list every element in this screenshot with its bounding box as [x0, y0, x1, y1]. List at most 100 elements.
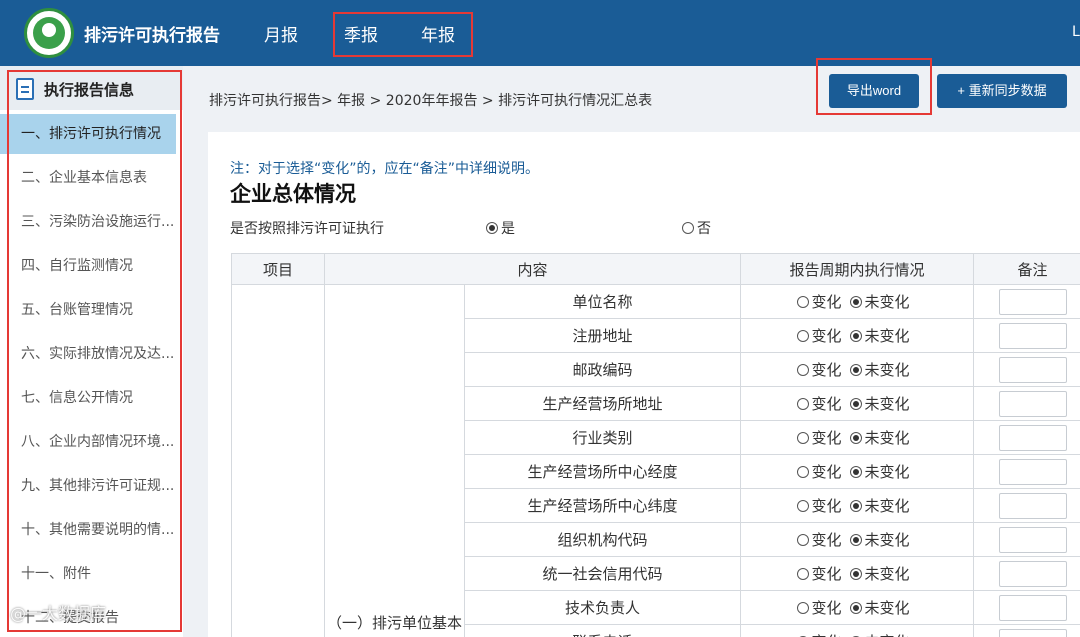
remark-input[interactable]	[998, 356, 1067, 383]
remark-input[interactable]	[998, 560, 1067, 587]
radio-selected-icon	[849, 500, 862, 512]
sidebar-item[interactable]: 八、企业内部情况环境...	[0, 422, 176, 462]
content-cell: 组织机构代码	[463, 522, 742, 557]
section-title: 企业总体情况	[230, 182, 356, 206]
sidebar-item[interactable]: 四、自行监测情况	[0, 246, 176, 286]
unchanged-radio[interactable]: 未变化	[849, 633, 910, 637]
content-cell: 生产经营场所中心纬度	[463, 488, 742, 523]
radio-empty-icon	[796, 432, 809, 444]
changed-radio[interactable]: 变化	[796, 565, 842, 583]
status-cell: 变化未变化	[740, 522, 975, 557]
summary-table: 项目 内容 报告周期内执行情况 备注 （一）排污单位基本信息单位名称变化未变化注…	[231, 253, 1080, 637]
sidebar-item[interactable]: 五、台账管理情况	[0, 290, 176, 330]
status-cell: 变化未变化	[740, 352, 975, 387]
remark-input[interactable]	[998, 322, 1067, 349]
sidebar-item[interactable]: 七、信息公开情况	[0, 378, 176, 418]
sidebar-item[interactable]: 一、排污许可执行情况	[0, 114, 176, 154]
changed-radio[interactable]: 变化	[796, 531, 842, 549]
sidebar-header: 执行报告信息	[0, 66, 183, 110]
nav-highlight-box	[333, 12, 473, 57]
remark-cell	[973, 318, 1080, 353]
remark-cell	[973, 624, 1080, 637]
unchanged-radio[interactable]: 未变化	[849, 497, 910, 515]
changed-radio[interactable]: 变化	[796, 361, 842, 379]
unchanged-radio[interactable]: 未变化	[849, 293, 910, 311]
breadcrumb: 排污许可执行报告> 年报 > 2020年年报告 > 排污许可执行情况汇总表	[209, 93, 653, 109]
status-cell: 变化未变化	[740, 284, 975, 319]
radio-empty-icon	[796, 398, 809, 410]
radio-empty-icon	[796, 568, 809, 580]
radio-selected-icon	[849, 568, 862, 580]
status-cell: 变化未变化	[740, 454, 975, 489]
radio-selected-icon	[849, 296, 862, 308]
remark-input[interactable]	[998, 492, 1067, 519]
unchanged-radio[interactable]: 未变化	[849, 463, 910, 481]
unchanged-radio[interactable]: 未变化	[849, 565, 910, 583]
remark-cell	[973, 352, 1080, 387]
remark-cell	[973, 284, 1080, 319]
permit-question: 是否按照排污许可证执行	[230, 221, 384, 237]
remark-input[interactable]	[998, 594, 1067, 621]
permit-no-radio[interactable]: 否	[682, 218, 711, 238]
remark-input[interactable]	[998, 628, 1067, 637]
radio-selected-icon	[849, 602, 862, 614]
mee-logo-icon	[24, 8, 74, 58]
sidebar-item[interactable]: 十一、附件	[0, 554, 176, 594]
status-cell: 变化未变化	[740, 420, 975, 455]
radio-selected-icon	[849, 432, 862, 444]
header-remark: 备注	[973, 253, 1080, 285]
sidebar-item[interactable]: 十、其他需要说明的情...	[0, 510, 176, 550]
sidebar: 执行报告信息 一、排污许可执行情况 二、企业基本信息表 三、污染防治设施运行... 四…	[0, 66, 183, 637]
unchanged-radio[interactable]: 未变化	[849, 429, 910, 447]
sidebar-item[interactable]: 三、污染防治设施运行...	[0, 202, 176, 242]
table-row: （一）排污单位基本信息单位名称变化未变化	[231, 284, 1080, 637]
header-item: 项目	[231, 253, 325, 285]
remark-input[interactable]	[998, 458, 1067, 485]
permit-yes-radio[interactable]: 是	[486, 218, 515, 238]
remark-input[interactable]	[998, 390, 1067, 417]
unchanged-radio[interactable]: 未变化	[849, 531, 910, 549]
nav-monthly[interactable]: 月报	[264, 21, 298, 46]
radio-empty-icon	[796, 602, 809, 614]
top-bar: 排污许可执行报告 月报 季报 年报 L	[0, 0, 1080, 66]
user-menu[interactable]: L	[1072, 24, 1080, 40]
changed-radio[interactable]: 变化	[796, 633, 842, 637]
change-note: 注：对于选择“变化”的，应在“备注”中详细说明。	[230, 161, 540, 177]
changed-radio[interactable]: 变化	[796, 599, 842, 617]
watermark: @一大数据库	[10, 604, 107, 623]
status-cell: 变化未变化	[740, 386, 975, 421]
content-cell: 邮政编码	[463, 352, 742, 387]
content-cell: 统一社会信用代码	[463, 556, 742, 591]
radio-selected-icon	[486, 222, 498, 234]
content-cell: 技术负责人	[463, 590, 742, 625]
table-header-row: 项目 内容 报告周期内执行情况 备注	[231, 253, 1080, 285]
export-highlight-box	[816, 58, 932, 115]
status-cell: 变化 未变化	[740, 624, 975, 637]
remark-input[interactable]	[998, 288, 1067, 315]
status-cell: 变化未变化	[740, 556, 975, 591]
unchanged-radio[interactable]: 未变化	[849, 395, 910, 413]
changed-radio[interactable]: 变化	[796, 429, 842, 447]
unchanged-radio[interactable]: 未变化	[849, 599, 910, 617]
status-cell: 变化未变化	[740, 488, 975, 523]
changed-radio[interactable]: 变化	[796, 327, 842, 345]
remark-input[interactable]	[998, 526, 1067, 553]
sidebar-item[interactable]: 九、其他排污许可证规...	[0, 466, 176, 506]
remark-cell	[973, 454, 1080, 489]
changed-radio[interactable]: 变化	[796, 463, 842, 481]
remark-cell	[973, 488, 1080, 523]
remark-input[interactable]	[998, 424, 1067, 451]
header-content: 内容	[323, 253, 742, 285]
sidebar-item[interactable]: 二、企业基本信息表	[0, 158, 176, 198]
changed-radio[interactable]: 变化	[796, 395, 842, 413]
unchanged-radio[interactable]: 未变化	[849, 361, 910, 379]
radio-empty-icon	[796, 534, 809, 546]
changed-radio[interactable]: 变化	[796, 293, 842, 311]
changed-radio[interactable]: 变化	[796, 497, 842, 515]
resync-data-button[interactable]: + 重新同步数据	[937, 74, 1067, 108]
unchanged-radio[interactable]: 未变化	[849, 327, 910, 345]
sidebar-item[interactable]: 六、实际排放情况及达...	[0, 334, 176, 374]
remark-cell	[973, 556, 1080, 591]
content-panel: 注：对于选择“变化”的，应在“备注”中详细说明。 企业总体情况 是否按照排污许可…	[208, 132, 1080, 637]
remark-cell	[973, 522, 1080, 557]
